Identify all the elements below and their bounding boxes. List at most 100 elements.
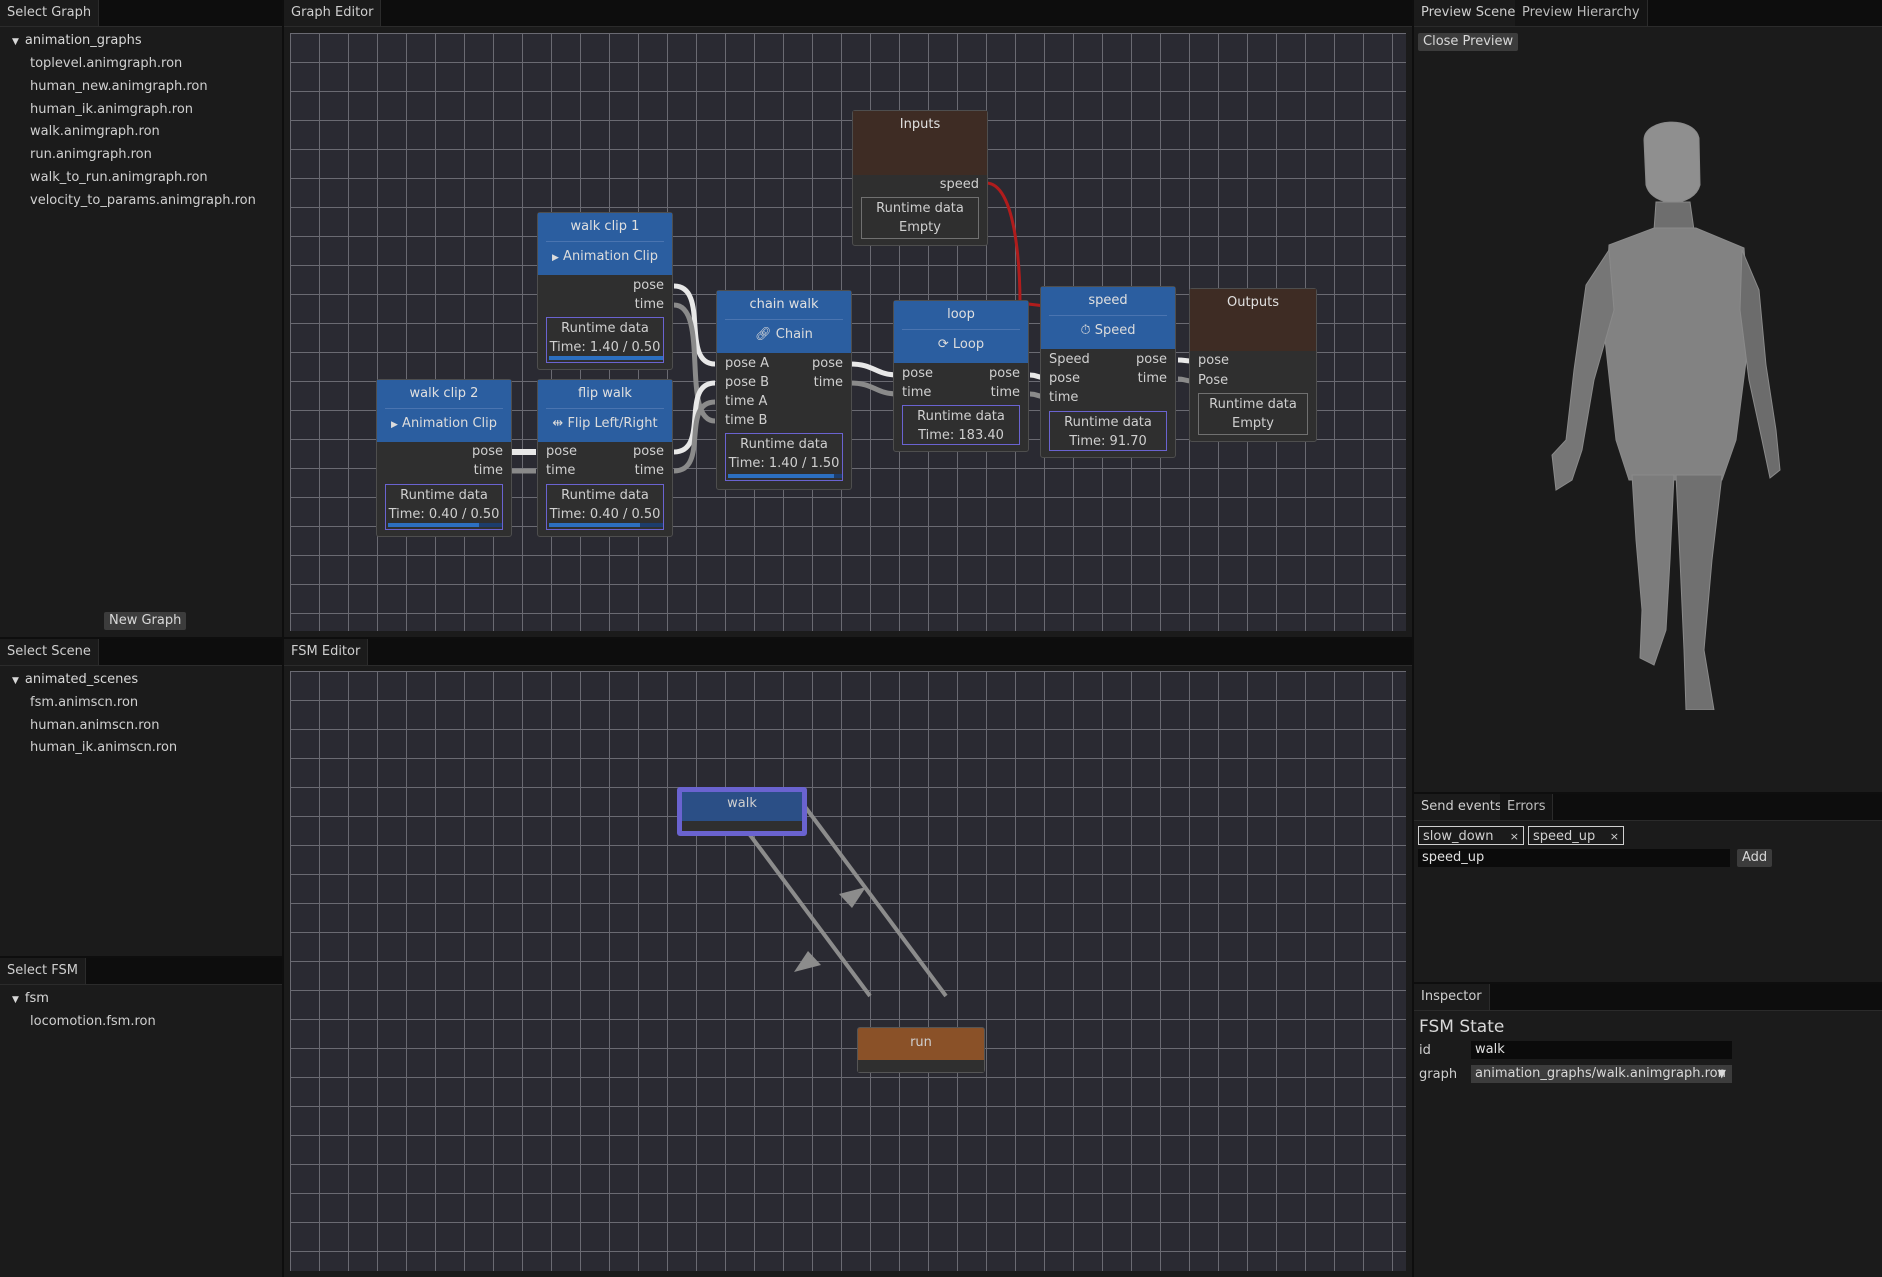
progress-fill — [549, 523, 641, 527]
node-type: ⟳ Loop — [894, 337, 1028, 352]
tab-fsm-editor[interactable]: FSM Editor — [284, 639, 369, 665]
input-port-label[interactable]: time — [546, 463, 575, 478]
event-chip-speed-up[interactable]: speed_up × — [1528, 826, 1624, 845]
walk-clip-2-node[interactable]: walk clip 2 ▶ Animation Clip pose time R… — [376, 379, 512, 537]
graph-file-item[interactable]: walk_to_run.animgraph.ron — [30, 170, 208, 185]
add-event-button[interactable]: Add — [1737, 849, 1773, 867]
event-chip-slow-down[interactable]: slow_down × — [1418, 826, 1524, 845]
transition-walk-to-run[interactable] — [798, 798, 948, 998]
wire-chain-loop-time — [849, 380, 899, 397]
output-port-label[interactable]: pose — [633, 278, 664, 293]
scene-file-item[interactable]: fsm.animscn.ron — [30, 695, 138, 710]
output-port-label[interactable]: time — [635, 463, 664, 478]
output-port-label[interactable]: time — [814, 375, 843, 390]
tab-inspector[interactable]: Inspector — [1414, 984, 1490, 1010]
output-port-label[interactable]: time — [635, 297, 664, 312]
inputs-node[interactable]: Inputs speed Runtime data Empty — [852, 110, 988, 246]
chain-walk-node[interactable]: chain walk 🔗︎ Chain pose A pose B time A… — [716, 290, 852, 490]
fsm-state-walk[interactable]: walk — [677, 787, 807, 836]
inspector-heading: FSM State — [1419, 1017, 1505, 1037]
character-preview-viewport[interactable] — [1544, 110, 1804, 710]
tab-preview-hierarchy[interactable]: Preview Hierarchy — [1515, 0, 1648, 26]
send-events-tabbar: Send events Errors — [1414, 794, 1882, 821]
fsm-canvas[interactable]: walk run — [290, 671, 1406, 1271]
node-type-label: Flip Left/Right — [567, 416, 658, 431]
output-port-label[interactable]: pose — [472, 444, 503, 459]
loop-node[interactable]: loop ⟳ Loop pose time pose time Runtime … — [893, 300, 1029, 452]
output-port-label[interactable]: speed — [940, 177, 979, 192]
output-port-label[interactable]: time — [474, 463, 503, 478]
output-port-label[interactable]: pose — [989, 366, 1020, 381]
collapse-arrow-icon[interactable]: ▼ — [12, 676, 19, 686]
collapse-arrow-icon[interactable]: ▼ — [12, 995, 19, 1005]
tab-graph-editor[interactable]: Graph Editor — [284, 0, 382, 26]
progress-bar — [388, 523, 502, 527]
remove-event-icon[interactable]: × — [1610, 827, 1619, 846]
select-fsm-tabbar: Select FSM — [0, 958, 282, 985]
flip-walk-node[interactable]: flip walk ⇹ Flip Left/Right pose time po… — [537, 379, 673, 537]
tree-root-fsm[interactable]: ▼ fsm — [12, 991, 49, 1006]
collapse-arrow-icon[interactable]: ▼ — [12, 37, 19, 47]
tree-root-animated-scenes[interactable]: ▼ animated_scenes — [12, 672, 138, 687]
input-port-label[interactable]: pose — [1198, 353, 1229, 368]
input-port-label[interactable]: pose — [1049, 371, 1080, 386]
graph-file-item[interactable]: velocity_to_params.animgraph.ron — [30, 193, 256, 208]
tab-select-scene[interactable]: Select Scene — [0, 639, 99, 665]
outputs-node[interactable]: Outputs pose Pose Runtime data Empty — [1189, 288, 1317, 442]
progress-bar — [728, 474, 842, 478]
fsm-state-run[interactable]: run — [857, 1027, 985, 1073]
walk-clip-1-node[interactable]: walk clip 1 ▶ Animation Clip pose time R… — [537, 212, 673, 370]
node-title: walk clip 2 — [409, 386, 479, 401]
input-port-label[interactable]: Pose — [1198, 373, 1228, 388]
output-port-label[interactable]: time — [1138, 371, 1167, 386]
input-port-label[interactable]: pose A — [725, 356, 769, 371]
runtime-data-value: Time: 91.70 — [1069, 434, 1147, 449]
output-port-label[interactable]: time — [991, 385, 1020, 400]
header-separator — [725, 319, 843, 320]
input-port-label[interactable]: Speed — [1049, 352, 1090, 367]
header-separator — [902, 329, 1020, 330]
node-title: Outputs — [1227, 295, 1279, 310]
node-type-label: Animation Clip — [402, 416, 498, 431]
output-port-label[interactable]: pose — [1136, 352, 1167, 367]
character-head — [1643, 121, 1701, 203]
graph-file-item[interactable]: walk.animgraph.ron — [30, 124, 160, 139]
tab-errors[interactable]: Errors — [1500, 794, 1554, 820]
graph-select[interactable]: animation_graphs/walk.animgraph.ron ▼ — [1471, 1065, 1732, 1083]
id-field[interactable]: walk — [1471, 1041, 1732, 1059]
scene-file-item[interactable]: human.animscn.ron — [30, 718, 160, 733]
speed-node[interactable]: speed ⏱︎ Speed Speed pose time pose time… — [1040, 286, 1176, 458]
scene-file-item[interactable]: human_ik.animscn.ron — [30, 740, 177, 755]
new-graph-button[interactable]: New Graph — [104, 612, 187, 630]
tree-root-animation-graphs[interactable]: ▼ animation_graphs — [12, 33, 142, 48]
remove-event-icon[interactable]: × — [1510, 827, 1519, 846]
input-port-label[interactable]: time A — [725, 394, 767, 409]
input-port-label[interactable]: pose — [546, 444, 577, 459]
graph-file-item[interactable]: toplevel.animgraph.ron — [30, 56, 182, 71]
graph-canvas[interactable]: Inputs speed Runtime data Empty walk cli… — [290, 33, 1406, 631]
input-port-label[interactable]: pose — [902, 366, 933, 381]
graph-file-item[interactable]: run.animgraph.ron — [30, 147, 152, 162]
node-title: chain walk — [749, 297, 819, 312]
output-port-label[interactable]: pose — [633, 444, 664, 459]
graph-file-item[interactable]: human_ik.animgraph.ron — [30, 102, 193, 117]
state-label: run — [910, 1035, 932, 1050]
tab-select-fsm[interactable]: Select FSM — [0, 958, 86, 984]
output-port-label[interactable]: pose — [812, 356, 843, 371]
tree-root-label: fsm — [24, 991, 49, 1006]
node-type: 🔗︎ Chain — [717, 327, 851, 342]
event-name-input[interactable]: speed_up — [1418, 849, 1730, 867]
runtime-data-box: Runtime data Time: 1.40 / 1.50 — [725, 433, 843, 481]
input-port-label[interactable]: pose B — [725, 375, 769, 390]
fsm-file-item[interactable]: locomotion.fsm.ron — [30, 1014, 156, 1029]
node-title: Inputs — [899, 117, 941, 132]
graph-file-item[interactable]: human_new.animgraph.ron — [30, 79, 208, 94]
input-port-label[interactable]: time — [902, 385, 931, 400]
input-port-label[interactable]: time — [1049, 390, 1078, 405]
inspector-tabbar: Inspector — [1414, 984, 1882, 1011]
input-port-label[interactable]: time B — [725, 413, 767, 428]
close-preview-button[interactable]: Close Preview — [1418, 33, 1519, 51]
tab-send-events[interactable]: Send events — [1414, 794, 1510, 820]
tab-select-graph[interactable]: Select Graph — [0, 0, 100, 26]
tab-preview-scene[interactable]: Preview Scene — [1414, 0, 1524, 26]
